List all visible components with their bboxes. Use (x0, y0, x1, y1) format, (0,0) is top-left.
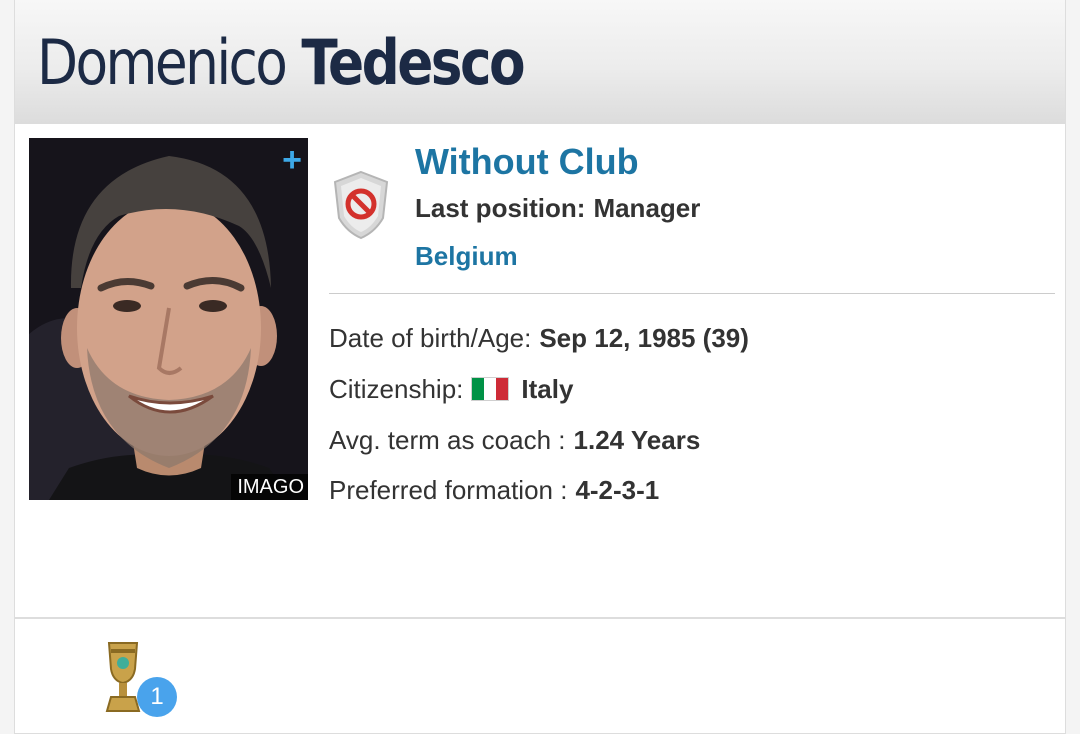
cup-trophy-icon[interactable] (103, 639, 143, 715)
profile-header: Domenico Tedesco (14, 0, 1066, 124)
italy-flag-icon (471, 377, 510, 401)
citizenship-value[interactable]: Italy (521, 374, 573, 404)
trophy-bar: 1 (14, 618, 1066, 734)
country-link[interactable]: Belgium (415, 238, 518, 274)
first-name: Domenico (37, 26, 288, 99)
trophy-count-badge: 1 (137, 677, 177, 717)
last-position: Last position: Manager (415, 190, 700, 226)
dob-row: Date of birth/Age: Sep 12, 1985 (39) (329, 320, 749, 356)
citizenship-label: Citizenship: (329, 374, 464, 404)
term-value: 1.24 Years (573, 425, 701, 455)
formation-label: Preferred formation : (329, 475, 568, 505)
portrait-image (29, 138, 308, 500)
term-label: Avg. term as coach : (329, 425, 566, 455)
last-position-label: Last position: (415, 193, 586, 223)
no-club-shield-icon (333, 170, 389, 240)
last-position-value: Manager (593, 193, 701, 223)
dob-value: Sep 12, 1985 (39) (539, 323, 749, 353)
photo-credit: IMAGO (231, 474, 308, 500)
profile-card: + IMAGO Without Club Last position: Manag… (14, 124, 1066, 618)
coach-name: Domenico Tedesco (37, 20, 526, 106)
last-name: Tedesco (301, 26, 525, 99)
profile-page: Domenico Tedesco + IMAGO Without Club La… (0, 0, 1080, 734)
formation-value: 4-2-3-1 (575, 475, 660, 505)
term-row: Avg. term as coach :1.24 Years (329, 422, 700, 458)
dob-label: Date of birth/Age: (329, 323, 532, 353)
expand-photo-plus-icon[interactable]: + (282, 140, 302, 180)
citizenship-row: Citizenship: Italy (329, 371, 573, 407)
divider (329, 293, 1055, 294)
formation-row: Preferred formation :4-2-3-1 (329, 472, 659, 508)
club-status[interactable]: Without Club (415, 138, 639, 186)
coach-photo[interactable]: + IMAGO (29, 138, 308, 500)
